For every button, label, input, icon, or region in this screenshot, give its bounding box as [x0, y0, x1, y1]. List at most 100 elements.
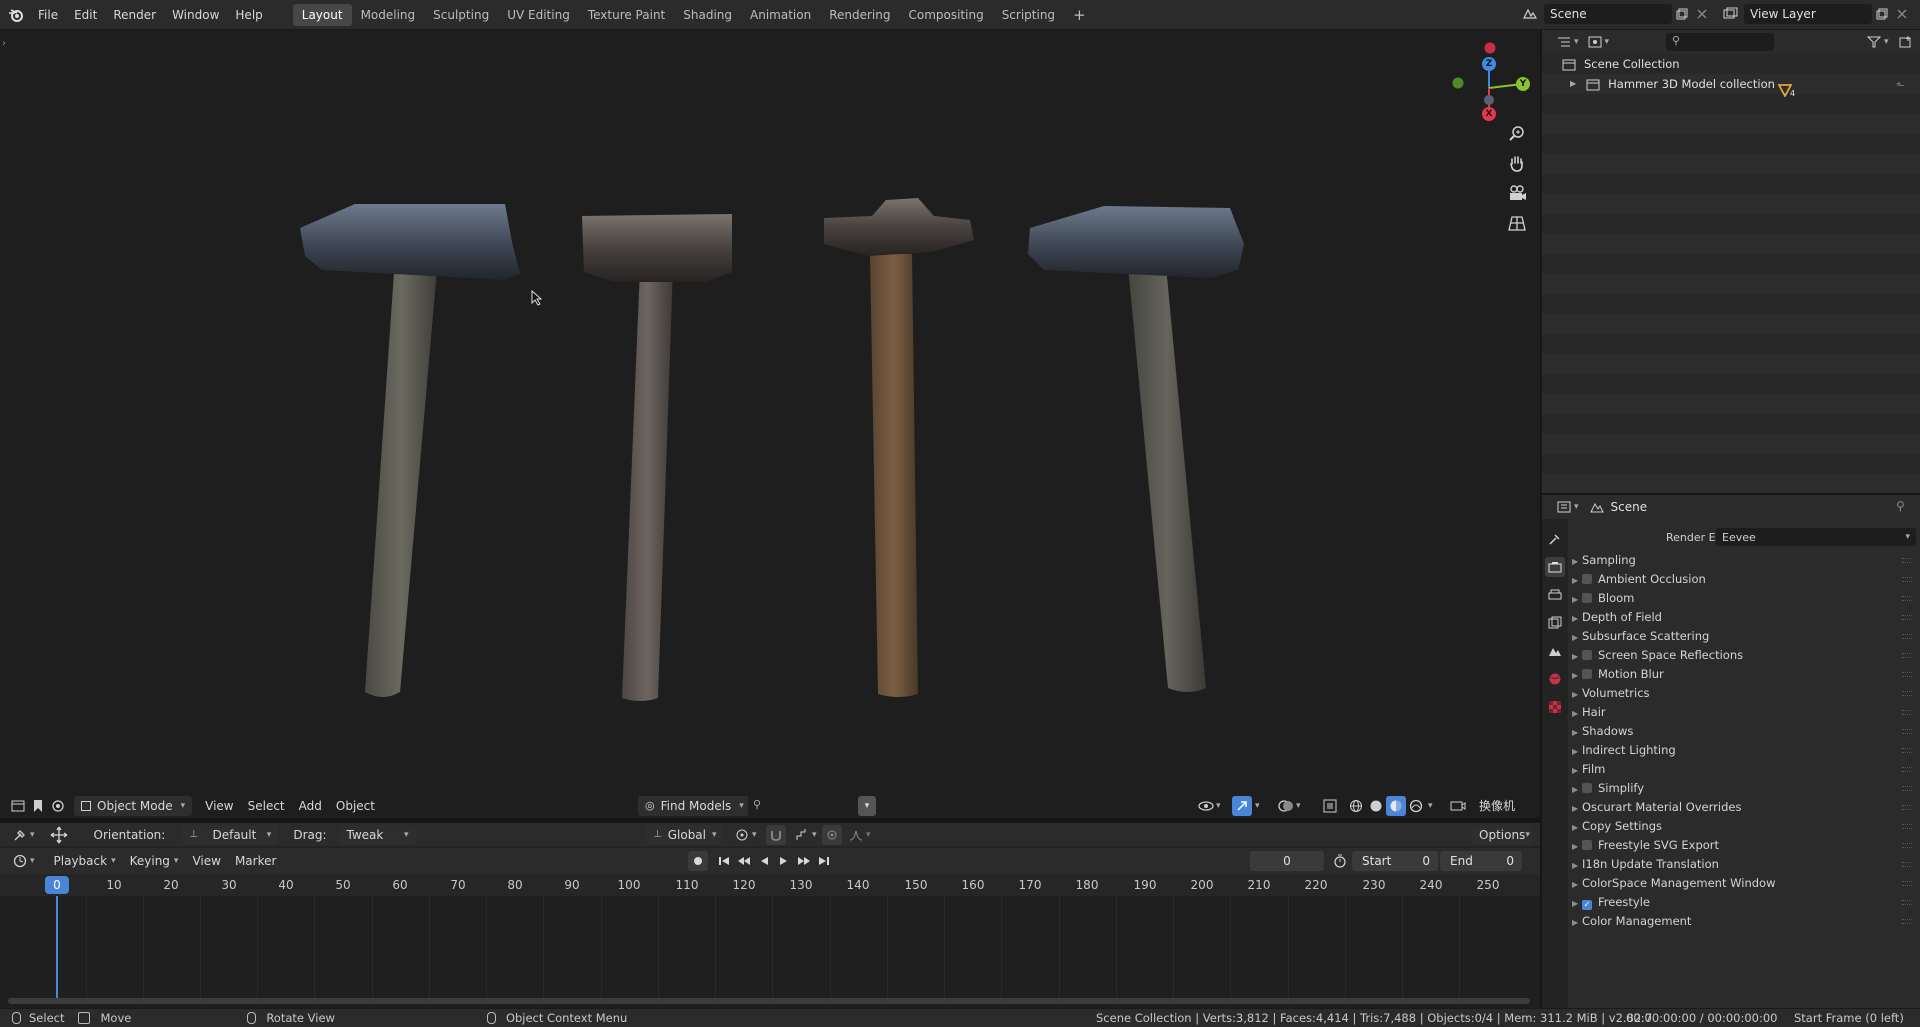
play-reverse-icon[interactable] — [754, 851, 774, 871]
tab-layout[interactable]: Layout — [292, 3, 352, 26]
tab-view-layer[interactable] — [1545, 613, 1565, 633]
end-frame-field[interactable]: End 0 — [1440, 851, 1522, 871]
panel-shadows[interactable]: ▶ Shadows — [1572, 722, 1916, 741]
tab-scripting[interactable]: Scripting — [993, 4, 1064, 26]
enable-checkbox[interactable] — [1582, 650, 1592, 660]
enable-checkbox[interactable] — [1582, 593, 1592, 603]
solid-shading-icon[interactable] — [1366, 796, 1386, 816]
find-models-dropdown[interactable]: ◎ Find Models ▾ — [638, 796, 751, 816]
jump-start-icon[interactable] — [714, 851, 734, 871]
properties-editor-type[interactable]: ▾ — [1554, 497, 1579, 517]
playhead-line[interactable] — [56, 896, 58, 1000]
gizmo-x-axis[interactable]: X — [1482, 107, 1496, 121]
timeline-ruler[interactable]: 10 20 30 40 50 60 70 80 90 100 110 120 1… — [0, 874, 1540, 896]
snap-icon[interactable] — [766, 825, 786, 845]
camera-view-icon[interactable] — [1506, 182, 1528, 204]
enable-checkbox-checked[interactable]: ✓ — [1582, 900, 1592, 910]
viewport-menu-object[interactable]: Object — [329, 796, 382, 816]
tab-scene[interactable] — [1545, 641, 1565, 661]
panel-i18n-update-translation[interactable]: ▶ I18n Update Translation — [1572, 855, 1916, 874]
falloff-dropdown[interactable]: ▾ — [846, 825, 871, 845]
timeline-scrollbar[interactable] — [8, 998, 1530, 1004]
panel-copy-settings[interactable]: ▶ Copy Settings — [1572, 817, 1916, 836]
tab-shading[interactable]: Shading — [674, 4, 741, 26]
panel-depth-of-field[interactable]: ▶ Depth of Field — [1572, 608, 1916, 627]
scene-browse-icon[interactable] — [1520, 4, 1540, 24]
area-divider-viewport-timeline[interactable] — [0, 818, 1540, 822]
material-preview-shading-icon[interactable] — [1386, 796, 1406, 816]
view-layer-field[interactable]: View Layer — [1744, 4, 1872, 24]
panel-colorspace-management-window[interactable]: ▶ ColorSpace Management Window — [1572, 874, 1916, 893]
transform-orientation-dropdown[interactable]: ⊥ Global ▾ — [646, 825, 722, 845]
exclude-checkbox-icon[interactable]: ⬑ — [1896, 76, 1905, 96]
playhead-frame-indicator[interactable]: 0 — [45, 876, 69, 894]
panel-freestyle[interactable]: ▶ ✓ Freestyle — [1572, 893, 1916, 912]
camera-switch-icon[interactable] — [1448, 796, 1468, 816]
orientation-dropdown[interactable]: ⊥ Default ▾ — [182, 824, 279, 845]
start-frame-field[interactable]: Start 0 — [1352, 851, 1438, 871]
perspective-grid-icon[interactable] — [1506, 212, 1528, 234]
area-divider-horizontal[interactable] — [1542, 493, 1920, 495]
menu-window[interactable]: Window — [164, 4, 227, 26]
xray-toggle-icon[interactable] — [1320, 796, 1340, 816]
gizmo-y-axis[interactable]: Y — [1516, 77, 1530, 91]
drag-dropdown[interactable]: Tweak ▾ — [339, 824, 416, 845]
timeline-menu-marker[interactable]: Marker — [228, 851, 283, 871]
tab-sculpting[interactable]: Sculpting — [424, 4, 498, 26]
object-mode-dropdown[interactable]: Object Mode ▾ — [74, 796, 193, 816]
pan-hand-icon[interactable] — [1506, 152, 1528, 174]
outliner-filter-dropdown[interactable]: ▾ — [1864, 32, 1889, 52]
panel-bloom[interactable]: ▶ Bloom — [1572, 589, 1916, 608]
panel-volumetrics[interactable]: ▶ Volumetrics — [1572, 684, 1916, 703]
overlay-toggle[interactable]: ▾ — [1276, 796, 1301, 816]
tab-compositing[interactable]: Compositing — [899, 4, 992, 26]
tab-rendering[interactable]: Rendering — [820, 4, 899, 26]
gizmo-z-axis[interactable]: Z — [1482, 57, 1496, 71]
area-divider-vertical[interactable] — [1540, 30, 1542, 1008]
menu-edit[interactable]: Edit — [66, 4, 105, 26]
jump-end-icon[interactable] — [814, 851, 834, 871]
outliner-search-input[interactable]: ⚲ — [1666, 33, 1774, 51]
playback-menu[interactable]: Playback ▾ — [47, 851, 123, 871]
proportional-edit-icon[interactable] — [822, 825, 842, 845]
tab-modeling[interactable]: Modeling — [352, 4, 425, 26]
add-workspace-button[interactable]: + — [1064, 4, 1095, 26]
blender-logo-icon[interactable] — [6, 5, 26, 25]
search-options-button[interactable]: ▾ — [858, 796, 876, 816]
tab-render[interactable] — [1545, 557, 1565, 577]
keying-menu[interactable]: Keying ▾ — [123, 851, 186, 871]
record-icon[interactable] — [688, 851, 708, 871]
tab-texture[interactable] — [1545, 697, 1565, 717]
tab-texture-paint[interactable]: Texture Paint — [579, 4, 674, 26]
viewport-menu-add[interactable]: Add — [292, 796, 329, 816]
panel-screen-space-reflections[interactable]: ▶ Screen Space Reflections — [1572, 646, 1916, 665]
tab-tool[interactable] — [1545, 529, 1565, 549]
outliner-row-hammer-collection[interactable]: ▶ Hammer 3D Model collection 4 ⬑ — [1542, 74, 1920, 98]
tab-uv-editing[interactable]: UV Editing — [498, 4, 579, 26]
panel-freestyle-svg-export[interactable]: ▶ Freestyle SVG Export — [1572, 836, 1916, 855]
panel-sampling[interactable]: ▶ Sampling — [1572, 551, 1916, 570]
jump-keyframe-forward-icon[interactable] — [794, 851, 814, 871]
gizmo-toggle[interactable]: ▾ — [1232, 796, 1260, 816]
display-mode-dropdown[interactable]: ▾ — [1585, 32, 1609, 52]
panel-hair[interactable]: ▶ Hair — [1572, 703, 1916, 722]
expand-triangle-icon[interactable]: ▶ — [1570, 74, 1576, 94]
pivot-point-dropdown[interactable]: ▾ — [732, 825, 757, 845]
panel-color-management[interactable]: ▶ Color Management — [1572, 912, 1916, 931]
enable-checkbox[interactable] — [1582, 669, 1592, 679]
tab-world[interactable] — [1545, 669, 1565, 689]
3d-viewport[interactable]: › Z Y X Object Mode ▾ View Select Add Ob… — [0, 30, 1540, 818]
timeline-editor[interactable]: ▾ Playback ▾ Keying ▾ View Marker 0 Star… — [0, 848, 1540, 1008]
panel-ambient-occlusion[interactable]: ▶ Ambient Occlusion — [1572, 570, 1916, 589]
zoom-icon[interactable] — [1506, 122, 1528, 144]
panel-oscurart-material-overrides[interactable]: ▶ Oscurart Material Overrides — [1572, 798, 1916, 817]
outliner-row-scene-collection[interactable]: Scene Collection — [1542, 54, 1920, 74]
menu-render[interactable]: Render — [105, 4, 164, 26]
timeline-menu-view[interactable]: View — [185, 851, 227, 871]
delete-scene-icon[interactable] — [1692, 4, 1712, 24]
enable-checkbox[interactable] — [1582, 840, 1592, 850]
jump-keyframe-back-icon[interactable] — [734, 851, 754, 871]
menu-help[interactable]: Help — [227, 4, 270, 26]
render-engine-dropdown[interactable]: Eevee ▾ — [1716, 528, 1916, 546]
move-tool-icon[interactable] — [49, 825, 69, 845]
